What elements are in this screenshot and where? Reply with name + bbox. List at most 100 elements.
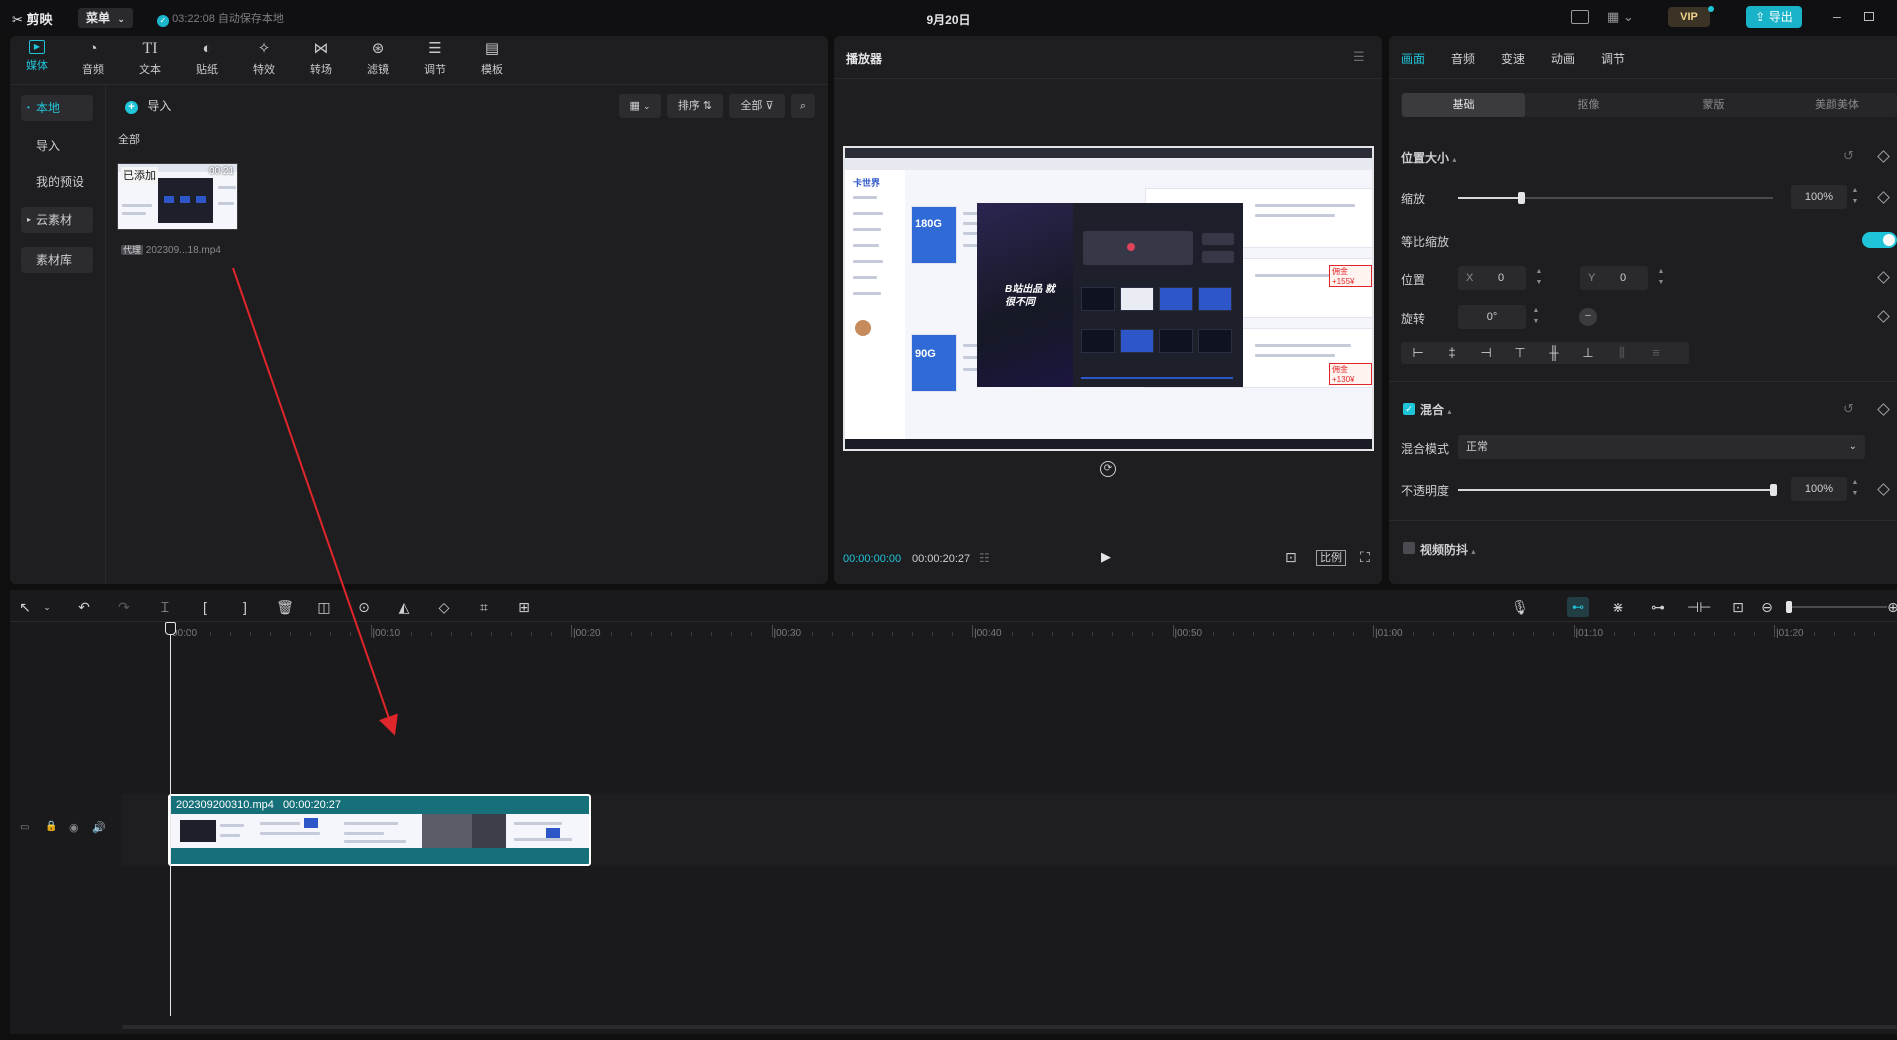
export-button[interactable]: ⇪ 导出 [1746,6,1802,28]
tab-sticker[interactable]: ◐ 贴纸 [180,38,234,78]
timeline-scrollbar[interactable] [122,1025,1897,1029]
rotate-clip-icon[interactable]: ◇ [433,597,455,617]
blend-mode-select[interactable]: 正常 ⌄ [1458,435,1865,459]
view-toggle[interactable]: ▦ ⌄ [619,94,661,118]
sidebar-item-presets[interactable]: 我的预设 [21,169,93,195]
minimize-icon[interactable]: – [1833,8,1841,24]
speaker-icon[interactable]: 🔊 [92,821,106,834]
tab-audio-props[interactable]: 音频 [1451,50,1475,67]
rotate-icon[interactable]: ⟳ [1100,461,1116,477]
tab-transition[interactable]: ⋈ 转场 [294,38,348,78]
sidebar-item-cloud[interactable]: ▸ 云素材 [21,207,93,233]
crop-icon[interactable]: ⌗ [473,597,495,617]
zoom-in-icon[interactable]: ⊕ [1882,597,1897,617]
align-middle-v-icon[interactable]: ╫ [1537,342,1571,364]
tab-text[interactable]: TI 文本 [123,38,177,78]
tab-picture[interactable]: 画面 [1401,50,1425,67]
scale-input[interactable]: 100% [1791,185,1847,209]
scale-slider-thumb[interactable] [1518,192,1525,204]
uniform-scale-toggle[interactable] [1862,232,1897,248]
position-y-input[interactable]: Y 0 [1580,266,1648,290]
redo-icon[interactable]: ↷ [113,597,135,617]
undo-icon[interactable]: ↶ [73,597,95,617]
reverse-play-icon[interactable]: ⊙ [353,597,375,617]
lock-icon[interactable]: 🔒 [45,821,57,832]
distribute-h-icon[interactable]: ⫼ [1605,342,1639,364]
align-top-icon[interactable]: ⊤ [1503,342,1537,364]
ratio-button[interactable]: 比例 [1316,550,1346,566]
layout-icon[interactable]: ▦ ⌄ [1607,9,1634,25]
subtab-beauty[interactable]: 美颜美体 [1777,93,1897,117]
auto-snap-icon[interactable]: ⋇ [1607,597,1629,617]
y-stepper-icon[interactable]: ▲ ▼ [1655,266,1667,290]
align-left-icon[interactable]: ⊢ [1401,342,1435,364]
menu-button[interactable]: 菜单 ⌄ [78,8,133,28]
rotate-dial-icon[interactable]: – [1579,308,1597,326]
track-video-icon[interactable]: ▭ [20,822,29,833]
sidebar-item-library[interactable]: 素材库 [21,247,93,273]
media-clip-thumbnail[interactable]: 已添加 00:21 [117,163,238,230]
timeline-clip[interactable]: 202309200310.mp4 00:00:20:27 [168,794,591,866]
tab-audio[interactable]: ◔ 音频 [66,38,120,78]
hamburger-menu-icon[interactable]: ☰ [1353,49,1365,65]
subtab-cutout[interactable]: 抠像 [1527,93,1650,117]
freeze-frame-icon[interactable]: ◫ [313,597,335,617]
tab-speed[interactable]: 变速 [1501,50,1525,67]
subtab-basic[interactable]: 基础 [1402,93,1525,117]
import-button[interactable]: + 导入 [125,97,171,114]
align-center-h-icon[interactable]: ‡ [1435,342,1469,364]
opacity-stepper-icon[interactable]: ▲ ▼ [1849,477,1861,501]
keyboard-icon[interactable] [1571,10,1589,24]
fit-timeline-icon[interactable]: ⊡ [1727,597,1749,617]
mirror-icon[interactable]: ◭ [393,597,415,617]
smart-frame-icon[interactable]: ⊞ [513,597,535,617]
sidebar-item-import[interactable]: 导入 [21,133,93,159]
split-icon[interactable]: ⌶ [154,597,176,617]
preview-axis-icon[interactable]: ⊣⊢ [1687,597,1711,617]
distribute-v-icon[interactable]: ≡ [1639,342,1673,364]
reset-icon[interactable]: ↺ [1843,401,1854,417]
play-icon[interactable]: ▶ [1101,549,1111,565]
opacity-input[interactable]: 100% [1791,477,1847,501]
tab-animation[interactable]: 动画 [1551,50,1575,67]
maximize-icon[interactable] [1864,12,1874,21]
playhead-line[interactable] [170,622,171,1016]
rotate-input[interactable]: 0° [1458,305,1526,329]
chevron-down-icon[interactable]: ⌄ [36,597,58,617]
reset-icon[interactable]: ↺ [1843,148,1854,164]
vip-badge[interactable]: VIP [1668,7,1710,27]
zoom-slider[interactable] [1787,606,1887,608]
zoom-out-icon[interactable]: ⊖ [1756,597,1778,617]
tab-effects[interactable]: ✧ 特效 [237,38,291,78]
tab-filter[interactable]: ⊛ 滤镜 [351,38,405,78]
main-track-magnet-icon[interactable]: ⊷ [1567,597,1589,617]
select-pointer-icon[interactable]: ↖ [14,597,36,617]
sort-button[interactable]: 排序 ⇅ [667,94,723,118]
stabilize-checkbox[interactable] [1403,542,1415,554]
fullscreen-icon[interactable]: ⛶ [1360,549,1370,566]
align-bottom-icon[interactable]: ⊥ [1571,342,1605,364]
position-x-input[interactable]: X 0 [1458,266,1526,290]
tab-adjust[interactable]: ☰ 调节 [408,38,462,78]
filter-button[interactable]: 全部 ⊽ [729,94,785,118]
zoom-slider-thumb[interactable] [1786,601,1792,613]
tab-template[interactable]: ▤ 模板 [465,38,519,78]
timecode-mode-icon[interactable]: ☷ [979,551,990,565]
tab-media[interactable]: ▶ 媒体 [10,38,64,78]
rotate-stepper-icon[interactable]: ▲ ▼ [1530,305,1542,329]
preview-canvas[interactable]: 卡世界 180G 90G 佣金+155¥ 佣金+130¥ B站出品 就很不同 [843,146,1374,451]
subtab-mask[interactable]: 蒙版 [1652,93,1775,117]
eye-icon[interactable]: ◉ [69,821,79,834]
sidebar-item-local[interactable]: • 本地 [21,95,93,121]
tab-adjust-props[interactable]: 调节 [1601,50,1625,67]
search-button[interactable]: ⌕ [791,94,815,118]
scale-stepper-icon[interactable]: ▲ ▼ [1849,185,1861,209]
delete-icon[interactable]: 🗑 [274,597,296,617]
split-left-icon[interactable]: [ [194,597,216,617]
playhead-handle[interactable] [165,622,176,635]
x-stepper-icon[interactable]: ▲ ▼ [1533,266,1545,290]
blend-checkbox[interactable]: ✓ [1403,403,1415,415]
opacity-slider-thumb[interactable] [1770,484,1777,496]
snapshot-icon[interactable]: ⊡ [1285,549,1297,566]
microphone-icon[interactable]: 🎙 [1509,597,1531,617]
